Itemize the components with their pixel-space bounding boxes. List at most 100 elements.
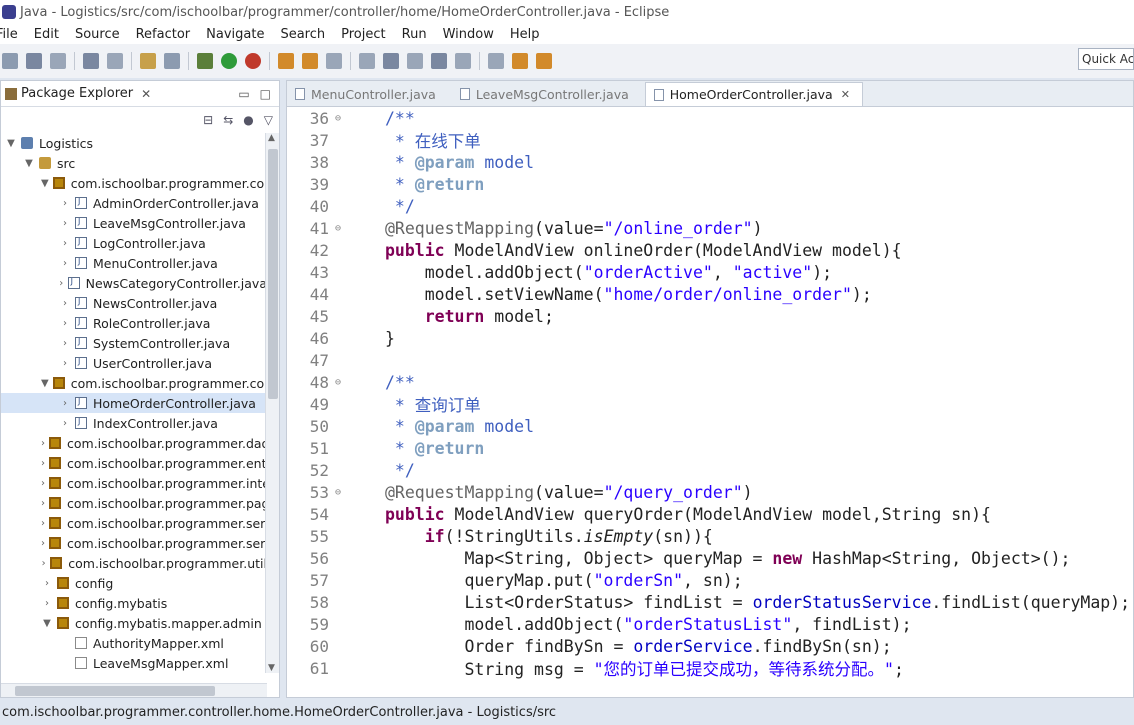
skip-breakpoints-icon[interactable]: [107, 53, 123, 69]
collapse-arrow-icon[interactable]: ›: [41, 538, 45, 549]
open-folder-icon[interactable]: [278, 53, 294, 69]
open-project-icon[interactable]: [302, 53, 318, 69]
tree-item[interactable]: › com.ischoolbar.programmer.service.impl: [1, 533, 267, 553]
fold-toggle-icon[interactable]: ⊖: [335, 113, 347, 124]
collapse-arrow-icon[interactable]: ›: [59, 198, 71, 209]
block-selection-icon[interactable]: [407, 53, 423, 69]
debug-icon[interactable]: [197, 53, 213, 69]
new-class-icon[interactable]: [164, 53, 180, 69]
menu-refactor[interactable]: Refactor: [136, 27, 191, 42]
tree-item[interactable]: › com.ischoolbar.programmer.util: [1, 553, 267, 573]
collapse-arrow-icon[interactable]: ›: [41, 438, 45, 449]
collapse-arrow-icon[interactable]: ›: [41, 478, 45, 489]
collapse-arrow-icon[interactable]: ›: [59, 258, 71, 269]
minimize-icon[interactable]: ▭: [238, 87, 249, 101]
collapse-arrow-icon[interactable]: ›: [41, 578, 53, 589]
link-with-editor-icon[interactable]: ⇆: [223, 113, 233, 127]
scrollbar-thumb[interactable]: [268, 149, 278, 399]
tree-item[interactable]: › config.mybatis: [1, 593, 267, 613]
collapse-arrow-icon[interactable]: ›: [59, 218, 71, 229]
tree-item[interactable]: › config: [1, 573, 267, 593]
external-tools-icon[interactable]: [245, 53, 261, 69]
tree-item[interactable]: › LeaveMsgController.java: [1, 213, 267, 233]
show-whitespace-icon[interactable]: [431, 53, 447, 69]
collapse-arrow-icon[interactable]: ›: [59, 278, 64, 289]
tree-item[interactable]: › LogController.java: [1, 233, 267, 253]
tree-item[interactable]: › IndexController.java: [1, 413, 267, 433]
editor-tab[interactable]: MenuController.java: [287, 82, 448, 106]
menu-project[interactable]: Project: [341, 27, 385, 42]
annotation-icon[interactable]: [455, 53, 471, 69]
menu-run[interactable]: Run: [402, 27, 427, 42]
tree-item[interactable]: › com.ischoolbar.programmer.interceptor: [1, 473, 267, 493]
quick-access-input[interactable]: Quick Access: [1078, 48, 1134, 70]
editor-tab[interactable]: LeaveMsgController.java: [452, 82, 641, 106]
tree-item[interactable]: › RoleController.java: [1, 313, 267, 333]
collapse-arrow-icon[interactable]: ›: [59, 398, 71, 409]
close-icon[interactable]: ✕: [141, 87, 151, 101]
tree-item[interactable]: › MenuController.java: [1, 253, 267, 273]
scroll-up-icon[interactable]: ▲: [268, 133, 275, 143]
save-icon[interactable]: [26, 53, 42, 69]
tree-item[interactable]: › UserController.java: [1, 353, 267, 373]
tree-item[interactable]: ▼ com.ischoolbar.programmer.controller.ho…: [1, 373, 267, 393]
menu-help[interactable]: Help: [510, 27, 540, 42]
tree-item[interactable]: › com.ischoolbar.programmer.entity: [1, 453, 267, 473]
collapse-arrow-icon[interactable]: ›: [41, 518, 45, 529]
close-tab-icon[interactable]: ✕: [841, 88, 850, 101]
new-package-icon[interactable]: [140, 53, 156, 69]
focus-icon[interactable]: ●: [243, 113, 253, 127]
tree-item[interactable]: ▼ config.mybatis.mapper.admin: [1, 613, 267, 633]
pin-icon[interactable]: [359, 53, 375, 69]
maximize-icon[interactable]: □: [260, 87, 271, 101]
expand-arrow-icon[interactable]: ▼: [41, 178, 49, 189]
tree-item[interactable]: › com.ischoolbar.programmer.dao: [1, 433, 267, 453]
tree-item[interactable]: LeaveMsgMapper.xml: [1, 653, 267, 673]
scrollbar-thumb[interactable]: [15, 686, 215, 696]
tree-item[interactable]: › AdminOrderController.java: [1, 193, 267, 213]
tree-item[interactable]: › com.ischoolbar.programmer.page: [1, 493, 267, 513]
pen-icon[interactable]: [326, 53, 342, 69]
collapse-arrow-icon[interactable]: ›: [59, 338, 71, 349]
collapse-all-icon[interactable]: ⊟: [203, 113, 213, 127]
fold-toggle-icon[interactable]: ⊖: [335, 487, 347, 498]
expand-arrow-icon[interactable]: ▼: [5, 138, 17, 149]
forward-icon[interactable]: [536, 53, 552, 69]
scroll-down-icon[interactable]: ▼: [268, 663, 275, 673]
fold-toggle-icon[interactable]: ⊖: [335, 377, 347, 388]
menu-search[interactable]: Search: [280, 27, 325, 42]
collapse-arrow-icon[interactable]: ›: [41, 558, 46, 569]
save-all-icon[interactable]: [50, 53, 66, 69]
tree-item[interactable]: › HomeOrderController.java: [1, 393, 267, 413]
code-area[interactable]: 36 ⊖/** 37 * 在线下单 38 * @param model 39 * @re…: [287, 107, 1133, 697]
menu-file[interactable]: File: [0, 27, 18, 42]
menu-navigate[interactable]: Navigate: [206, 27, 264, 42]
tree-item[interactable]: ▼ com.ischoolbar.programmer.controller.ad…: [1, 173, 267, 193]
explorer-horizontal-scrollbar[interactable]: [1, 683, 267, 697]
explorer-vertical-scrollbar[interactable]: ▲ ▼: [265, 133, 279, 673]
tree-item[interactable]: › NewsController.java: [1, 293, 267, 313]
collapse-arrow-icon[interactable]: ›: [41, 458, 45, 469]
collapse-arrow-icon[interactable]: ›: [59, 358, 71, 369]
next-annotation-icon[interactable]: [488, 53, 504, 69]
tree-item[interactable]: › com.ischoolbar.programmer.service: [1, 513, 267, 533]
tree-item[interactable]: ▼ Logistics: [1, 133, 267, 153]
collapse-arrow-icon[interactable]: ›: [59, 418, 71, 429]
collapse-arrow-icon[interactable]: ›: [59, 298, 71, 309]
tree-item[interactable]: › SystemController.java: [1, 333, 267, 353]
tree-item[interactable]: › NewsCategoryController.java: [1, 273, 267, 293]
menu-window[interactable]: Window: [443, 27, 494, 42]
editor-tab[interactable]: HomeOrderController.java ✕: [644, 82, 863, 106]
collapse-arrow-icon[interactable]: ›: [41, 598, 53, 609]
expand-arrow-icon[interactable]: ▼: [41, 378, 49, 389]
run-icon[interactable]: [221, 53, 237, 69]
collapse-arrow-icon[interactable]: ›: [59, 318, 71, 329]
new-icon[interactable]: [2, 53, 18, 69]
expand-arrow-icon[interactable]: ▼: [41, 618, 53, 629]
view-menu-icon[interactable]: ▽: [264, 113, 273, 127]
menu-source[interactable]: Source: [75, 27, 120, 42]
collapse-arrow-icon[interactable]: ›: [59, 238, 71, 249]
tree-item[interactable]: ▼ src: [1, 153, 267, 173]
back-icon[interactable]: [512, 53, 528, 69]
collapse-arrow-icon[interactable]: ›: [41, 498, 45, 509]
